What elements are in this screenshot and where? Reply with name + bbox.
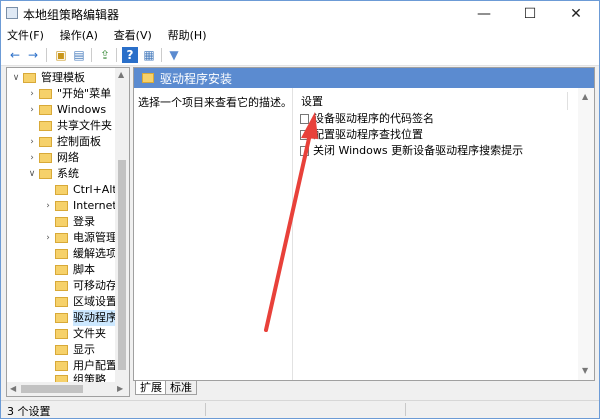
tab-standard[interactable]: 标准 xyxy=(165,381,197,395)
column-settings-label: 设置 xyxy=(301,95,323,108)
folder-icon xyxy=(55,281,68,291)
scroll-down-icon[interactable]: ▼ xyxy=(582,366,588,375)
close-button[interactable]: ✕ xyxy=(553,1,599,27)
expand-arrow-icon[interactable]: › xyxy=(43,230,53,246)
content-header-title: 驱动程序安装 xyxy=(160,72,233,86)
menu-bar: 文件(F) 操作(A) 查看(V) 帮助(H) xyxy=(1,27,599,45)
minimize-button[interactable]: — xyxy=(461,1,507,27)
tab-extended[interactable]: 扩展 xyxy=(135,381,167,395)
expand-arrow-icon[interactable]: › xyxy=(27,150,37,166)
folder-icon xyxy=(39,105,52,115)
expand-arrow-icon[interactable]: › xyxy=(27,86,37,102)
folder-icon xyxy=(55,361,68,371)
toolbar-separator xyxy=(116,48,117,62)
expand-arrow-icon[interactable]: › xyxy=(27,102,37,118)
policy-setting-icon xyxy=(300,146,309,156)
status-divider xyxy=(205,403,206,416)
window-title: 本地组策略编辑器 xyxy=(23,8,120,22)
folder-icon xyxy=(142,73,154,83)
menu-view[interactable]: 查看(V) xyxy=(108,27,158,45)
maximize-button[interactable]: ☐ xyxy=(507,1,553,27)
toolbar: ← → ▣ ▤ ⇪ ? ▦ ▼ xyxy=(1,45,599,66)
status-text: 3 个设置 xyxy=(7,405,51,418)
folder-icon xyxy=(55,217,68,227)
menu-action[interactable]: 操作(A) xyxy=(54,27,104,45)
scroll-up-icon[interactable]: ▲ xyxy=(582,92,588,101)
tree-pane: ∨ 管理模板 › "开始"菜单 › Windows 共享文件夹 › 控制面板 › xyxy=(6,67,130,397)
status-bar: 3 个设置 xyxy=(1,400,599,418)
scroll-right-icon[interactable]: ▶ xyxy=(117,384,123,393)
app-icon xyxy=(6,7,18,19)
content-header: 驱动程序安装 xyxy=(134,68,594,88)
folder-icon xyxy=(55,329,68,339)
folder-icon xyxy=(39,137,52,147)
settings-column-header[interactable]: 设置 xyxy=(297,92,569,110)
column-divider xyxy=(567,92,568,110)
folder-icon xyxy=(39,89,52,99)
menu-file[interactable]: 文件(F) xyxy=(1,27,50,45)
collapse-arrow-icon[interactable]: ∨ xyxy=(27,166,37,182)
content-vertical-scrollbar[interactable]: ▲ ▼ xyxy=(578,88,594,380)
tree-horizontal-scroll-thumb[interactable] xyxy=(21,385,83,393)
pane-divider xyxy=(292,88,293,380)
folder-icon xyxy=(39,169,52,179)
view-tabs: 扩展 标准 xyxy=(133,381,595,395)
tree-vertical-scroll-thumb[interactable] xyxy=(118,160,126,370)
title-bar: 本地组策略编辑器 — ☐ ✕ xyxy=(1,1,599,27)
toolbar-separator xyxy=(91,48,92,62)
forward-arrow-icon[interactable]: → xyxy=(25,47,41,63)
toolbar-separator xyxy=(161,48,162,62)
properties-icon[interactable]: ▦ xyxy=(141,47,157,63)
folder-icon xyxy=(55,249,68,259)
folder-icon xyxy=(55,297,68,307)
help-icon[interactable]: ? xyxy=(122,47,138,63)
expand-arrow-icon[interactable]: › xyxy=(27,134,37,150)
status-divider xyxy=(405,403,406,416)
collapse-arrow-icon[interactable]: ∨ xyxy=(11,70,21,86)
folder-icon xyxy=(23,73,36,83)
up-folder-icon[interactable]: ▣ xyxy=(53,47,69,63)
expand-arrow-icon[interactable]: › xyxy=(43,198,53,214)
description-text: 选择一个项目来查看它的描述。 xyxy=(138,96,292,109)
policy-editor-window: 本地组策略编辑器 — ☐ ✕ 文件(F) 操作(A) 查看(V) 帮助(H) ←… xyxy=(0,0,600,419)
folder-icon xyxy=(55,185,68,195)
policy-setting-icon xyxy=(300,130,309,140)
menu-help[interactable]: 帮助(H) xyxy=(162,27,213,45)
tree-horizontal-scrollbar[interactable]: ◀ ▶ xyxy=(7,382,129,396)
policy-setting-icon xyxy=(300,114,309,124)
back-arrow-icon[interactable]: ← xyxy=(7,47,23,63)
folder-icon xyxy=(55,313,68,323)
show-hide-tree-icon[interactable]: ▤ xyxy=(71,47,87,63)
folder-icon xyxy=(55,345,68,355)
folder-icon xyxy=(39,153,52,163)
scroll-up-icon[interactable]: ▲ xyxy=(118,70,124,79)
export-list-icon[interactable]: ⇪ xyxy=(97,47,113,63)
folder-icon xyxy=(55,233,68,243)
folder-icon xyxy=(55,201,68,211)
content-pane: 驱动程序安装 选择一个项目来查看它的描述。 设置 设备驱动程序的代码签名 配置驱… xyxy=(133,67,595,381)
tree-vertical-scrollbar[interactable]: ▲ xyxy=(115,68,129,382)
folder-icon xyxy=(39,121,52,131)
filter-icon[interactable]: ▼ xyxy=(166,47,182,63)
scroll-left-icon[interactable]: ◀ xyxy=(10,384,16,393)
toolbar-separator xyxy=(46,48,47,62)
folder-icon xyxy=(55,265,68,275)
